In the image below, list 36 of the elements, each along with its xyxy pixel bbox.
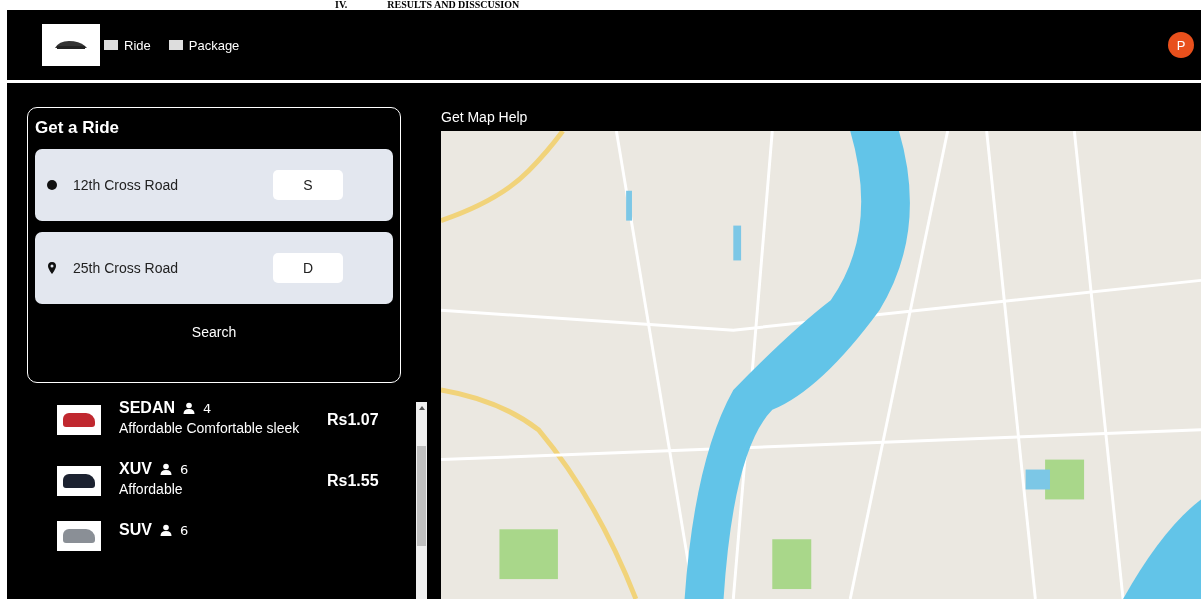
location-button[interactable]: S [273,170,343,200]
vehicle-description: Affordable [119,480,184,499]
image-icon [168,40,183,50]
scrollbar-thumb[interactable] [417,446,426,546]
location-field[interactable]: 12th Cross Road S [35,149,393,221]
person-icon [159,463,172,475]
section-heading: RESULTS AND DISSCUSION [387,0,520,10]
scroll-up-icon[interactable] [418,406,425,410]
vehicle-name: SUV [119,521,152,539]
vehicle-name: XUV [119,460,152,478]
price: Rs1.07 [327,410,380,429]
seat-count: 6 [179,522,189,538]
map-drawing[interactable] [441,131,1201,599]
image-icon [104,40,118,50]
dot-icon [47,180,57,190]
location-text: 12th Cross Road [73,177,180,193]
map-label: Get Map Help [441,109,529,127]
person-icon [159,524,172,536]
user-avatar[interactable]: P [1168,32,1194,58]
nav-link[interactable]: Ride [104,37,151,53]
vehicle-description: Affordable Comfortable sleek [119,419,301,438]
seat-count: 4 [203,400,212,416]
seat-count: 6 [179,461,189,477]
location-field[interactable]: 25th Cross Road D [35,232,393,304]
card-title: Get a Ride [35,118,121,138]
location-text: 25th Cross Road [73,260,180,276]
price: Rs1.55 [327,471,380,490]
logo-icon[interactable] [42,24,100,66]
search-button[interactable]: Search [185,323,243,341]
location-pin-icon [47,261,57,275]
nav-link[interactable]: Package [168,37,240,53]
location-button[interactable]: D [273,253,343,283]
section-number: IV. [335,0,348,10]
scrollbar[interactable] [416,402,427,599]
person-icon [183,402,195,414]
vehicle-name: SEDAN [119,399,175,417]
